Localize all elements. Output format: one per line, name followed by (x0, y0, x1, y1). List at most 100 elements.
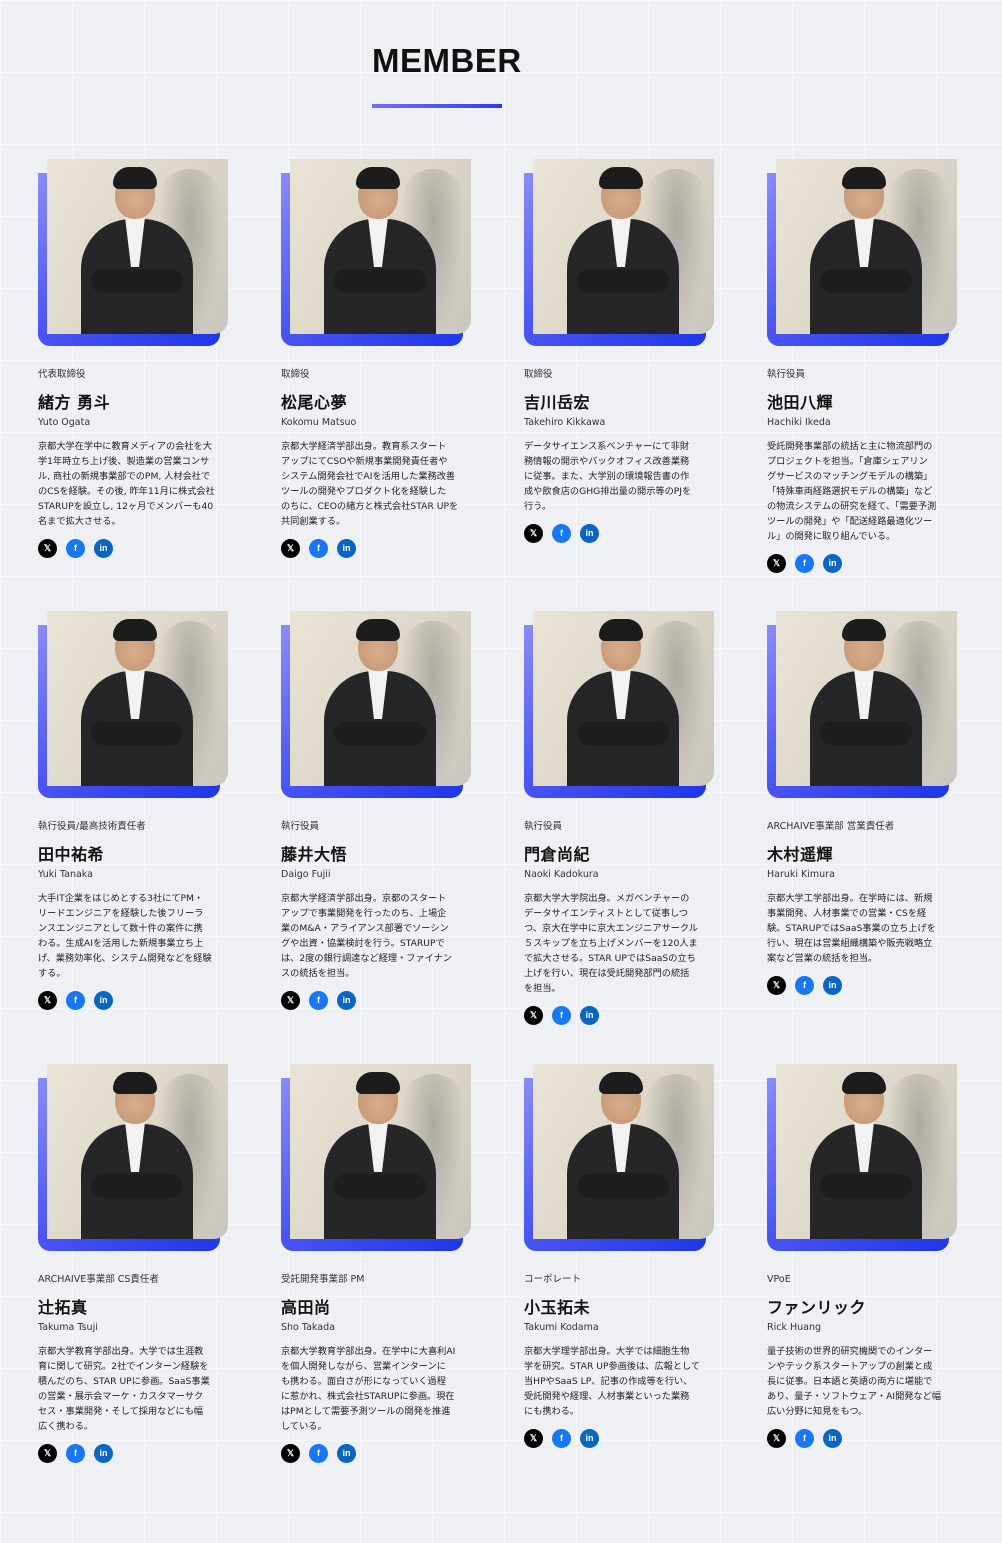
linkedin-icon[interactable]: in (823, 976, 842, 995)
member-card: ARCHAIVE事業部 営業責任者 木村遥輝 Haruki Kimura 京都大… (767, 611, 959, 995)
linkedin-icon[interactable]: in (337, 991, 356, 1010)
x-icon[interactable]: 𝕏 (281, 991, 300, 1010)
x-icon[interactable]: 𝕏 (767, 1429, 786, 1448)
x-icon[interactable]: 𝕏 (281, 539, 300, 558)
photo-figure-hair (113, 1072, 157, 1094)
x-icon[interactable]: 𝕏 (524, 1006, 543, 1025)
member-photo-frame (767, 611, 959, 798)
facebook-icon[interactable]: f (66, 991, 85, 1010)
x-icon[interactable]: 𝕏 (524, 524, 543, 543)
member-photo (290, 611, 471, 786)
linkedin-icon[interactable]: in (823, 1429, 842, 1448)
x-icon[interactable]: 𝕏 (38, 539, 57, 558)
member-name: 高田尚 (281, 1298, 331, 1317)
member-name: ファンリック (767, 1298, 867, 1317)
member-role: 代表取締役 (38, 369, 86, 380)
member-card: 取締役 松尾心夢 Kokomu Matsuo 京都大学経済学部出身。教育系スター… (281, 159, 473, 558)
member-bio: 京都大学大学院出身。メガベンチャーの データサイエンティストとして従事しつ つ、… (524, 893, 698, 994)
linkedin-icon[interactable]: in (94, 1444, 113, 1463)
member-bio: 京都大学経済学部出身。京都のスタート アップで事業開発を行ったのち、上場企 業の… (281, 893, 453, 979)
linkedin-icon[interactable]: in (580, 1006, 599, 1025)
member-bio: データサイエンス系ベンチャーにて非財 務情報の開示やバックオフィス改善業務 に従… (524, 441, 692, 512)
member-card: ARCHAIVE事業部 CS責任者 辻拓真 Takuma Tsuji 京都大学教… (38, 1064, 230, 1463)
facebook-icon[interactable]: f (795, 1429, 814, 1448)
member-name: 木村遥輝 (767, 845, 834, 864)
member-card: 執行役員 門倉尚紀 Naoki Kadokura 京都大学大学院出身。メガベンチ… (524, 611, 716, 1025)
member-name-en: Yuto Ogata (38, 417, 91, 428)
member-role: 取締役 (281, 369, 310, 380)
photo-figure-arms (577, 269, 669, 293)
x-icon[interactable]: 𝕏 (38, 991, 57, 1010)
member-row-2: 執行役員/最高技術責任者 田中祐希 Yuki Tanaka 大手IT企業をはじめ… (38, 611, 978, 1051)
member-name: 小玉拓未 (524, 1298, 591, 1317)
facebook-icon[interactable]: f (552, 524, 571, 543)
member-social-links: 𝕏 f in (38, 991, 230, 1010)
x-icon[interactable]: 𝕏 (767, 554, 786, 573)
photo-figure-arms (91, 1174, 183, 1198)
member-photo (47, 611, 228, 786)
member-photo (533, 611, 714, 786)
photo-figure-hair (599, 1072, 643, 1094)
facebook-icon[interactable]: f (795, 976, 814, 995)
member-card: コーポレート 小玉拓未 Takumi Kodama 京都大学理学部出身。大学では… (524, 1064, 716, 1448)
linkedin-icon[interactable]: in (337, 1444, 356, 1463)
member-photo (533, 1064, 714, 1239)
member-name-en: Hachiki Ikeda (767, 417, 831, 428)
member-photo (47, 159, 228, 334)
photo-figure-hair (113, 619, 157, 641)
member-card: 取締役 吉川岳宏 Takehiro Kikkawa データサイエンス系ベンチャー… (524, 159, 716, 543)
member-card: 執行役員/最高技術責任者 田中祐希 Yuki Tanaka 大手IT企業をはじめ… (38, 611, 230, 1010)
member-role: ARCHAIVE事業部 営業責任者 (767, 821, 895, 832)
title-underline (372, 104, 502, 108)
member-bio: 京都大学在学中に教育メディアの会社を大 学1年時立ち上げ後、製造業の営業コンサ … (38, 441, 215, 527)
photo-figure-arms (820, 269, 912, 293)
member-name-en: Rick Huang (767, 1322, 822, 1333)
member-name: 田中祐希 (38, 845, 105, 864)
member-role: 執行役員/最高技術責任者 (38, 821, 146, 832)
member-photo (776, 159, 957, 334)
member-social-links: 𝕏 f in (767, 1429, 959, 1448)
member-bio: 京都大学教育学部出身。大学では生涯教 育に関して研究。2社でインターン経験を 積… (38, 1346, 210, 1432)
facebook-icon[interactable]: f (552, 1006, 571, 1025)
facebook-icon[interactable]: f (66, 1444, 85, 1463)
member-photo-frame (281, 159, 473, 346)
linkedin-icon[interactable]: in (94, 991, 113, 1010)
member-photo (290, 1064, 471, 1239)
facebook-icon[interactable]: f (552, 1429, 571, 1448)
member-photo (290, 159, 471, 334)
photo-figure-hair (842, 619, 886, 641)
linkedin-icon[interactable]: in (580, 1429, 599, 1448)
member-card: VPoE ファンリック Rick Huang 量子技術の世界的研究機関でのインタ… (767, 1064, 959, 1448)
photo-figure-hair (599, 619, 643, 641)
photo-figure-arms (334, 721, 426, 745)
member-name-en: Kokomu Matsuo (281, 417, 357, 428)
x-icon[interactable]: 𝕏 (281, 1444, 300, 1463)
facebook-icon[interactable]: f (309, 1444, 328, 1463)
member-name-en: Takuma Tsuji (38, 1322, 98, 1333)
facebook-icon[interactable]: f (309, 991, 328, 1010)
member-photo-frame (524, 611, 716, 798)
photo-figure-hair (599, 167, 643, 189)
photo-figure-arms (334, 269, 426, 293)
member-card: 執行役員 藤井大悟 Daigo Fujii 京都大学経済学部出身。京都のスタート… (281, 611, 473, 1010)
facebook-icon[interactable]: f (795, 554, 814, 573)
photo-figure-arms (91, 721, 183, 745)
photo-figure-arms (577, 721, 669, 745)
member-social-links: 𝕏 f in (281, 991, 473, 1010)
member-photo-frame (38, 159, 230, 346)
linkedin-icon[interactable]: in (94, 539, 113, 558)
facebook-icon[interactable]: f (309, 539, 328, 558)
member-role: ARCHAIVE事業部 CS責任者 (38, 1274, 159, 1285)
x-icon[interactable]: 𝕏 (767, 976, 786, 995)
linkedin-icon[interactable]: in (337, 539, 356, 558)
x-icon[interactable]: 𝕏 (38, 1444, 57, 1463)
member-social-links: 𝕏 f in (767, 976, 959, 995)
member-name-en: Yuki Tanaka (38, 869, 93, 880)
photo-figure-hair (356, 1072, 400, 1094)
member-name-en: Naoki Kadokura (524, 869, 599, 880)
x-icon[interactable]: 𝕏 (524, 1429, 543, 1448)
linkedin-icon[interactable]: in (823, 554, 842, 573)
linkedin-icon[interactable]: in (580, 524, 599, 543)
facebook-icon[interactable]: f (66, 539, 85, 558)
member-photo-frame (767, 1064, 959, 1251)
